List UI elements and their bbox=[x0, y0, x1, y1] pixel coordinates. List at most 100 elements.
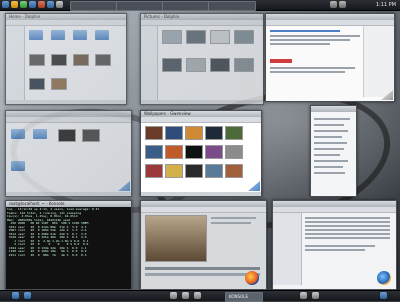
launcher-icon[interactable] bbox=[56, 1, 63, 8]
launcher-icon[interactable] bbox=[29, 1, 36, 8]
tray-icon[interactable] bbox=[330, 1, 337, 8]
tray-icon[interactable] bbox=[339, 1, 346, 8]
image-thumbnail[interactable] bbox=[145, 164, 163, 178]
image-thumbnail[interactable] bbox=[145, 126, 163, 140]
taskbar-item[interactable] bbox=[116, 1, 164, 11]
places-panel[interactable] bbox=[6, 26, 25, 100]
text-line bbox=[270, 67, 355, 69]
image-thumbnail[interactable] bbox=[73, 54, 89, 66]
clock[interactable]: 1:11 PM bbox=[376, 1, 396, 9]
folder-icon[interactable] bbox=[73, 30, 87, 40]
taskbar-item[interactable] bbox=[70, 1, 118, 11]
launcher-icon[interactable] bbox=[170, 292, 177, 299]
launcher-icon[interactable] bbox=[300, 292, 307, 299]
kde-menu-icon[interactable] bbox=[2, 1, 9, 8]
image-thumbnail[interactable] bbox=[210, 58, 230, 72]
image-thumbnail[interactable] bbox=[29, 54, 45, 66]
image-thumbnail[interactable] bbox=[162, 30, 182, 44]
terminal-line: 2211 root 20 0 88m 7m 4m S 0.0 0.3 bbox=[7, 252, 87, 257]
image-thumbnail[interactable] bbox=[186, 58, 206, 72]
image-thumbnail[interactable] bbox=[82, 129, 100, 142]
places-panel[interactable] bbox=[141, 26, 158, 100]
list-item bbox=[314, 154, 340, 156]
window-browser[interactable] bbox=[265, 13, 395, 102]
launcher-icon[interactable] bbox=[380, 292, 387, 299]
window-dolphin-pictures[interactable]: Pictures - Dolphin bbox=[140, 13, 264, 105]
image-thumbnail[interactable] bbox=[225, 164, 243, 178]
image-thumbnail[interactable] bbox=[185, 126, 203, 140]
image-thumbnail[interactable] bbox=[145, 145, 163, 159]
firefox-icon[interactable] bbox=[245, 271, 259, 285]
launcher-icon[interactable] bbox=[12, 292, 19, 299]
image-thumbnail[interactable] bbox=[210, 30, 230, 44]
image-thumbnail[interactable] bbox=[186, 30, 206, 44]
launcher-icon[interactable] bbox=[47, 1, 54, 8]
message-row bbox=[305, 245, 375, 247]
image-thumbnail[interactable] bbox=[29, 78, 45, 90]
image-thumbnail[interactable] bbox=[225, 145, 243, 159]
status-bar bbox=[141, 192, 261, 196]
toolbar bbox=[141, 207, 266, 213]
list-item bbox=[314, 130, 348, 132]
image-thumbnail[interactable] bbox=[162, 58, 182, 72]
taskbar-item[interactable] bbox=[208, 1, 256, 11]
text-line bbox=[270, 39, 350, 41]
folder-icon[interactable] bbox=[95, 30, 109, 40]
window-title[interactable] bbox=[311, 106, 356, 112]
terminal-output[interactable]: top - 13:11:02 up 2:14, 2 users, load av… bbox=[6, 207, 131, 289]
file-view[interactable] bbox=[158, 26, 263, 100]
thunderbird-icon[interactable] bbox=[377, 271, 391, 285]
file-view[interactable] bbox=[6, 123, 131, 192]
image-thumbnail[interactable] bbox=[234, 58, 254, 72]
message-row bbox=[305, 237, 390, 239]
thumbnail-view[interactable] bbox=[141, 123, 261, 192]
folder-icon[interactable] bbox=[33, 129, 47, 139]
active-task-konsole[interactable]: KONSOLE bbox=[225, 292, 263, 302]
image-thumbnail[interactable] bbox=[51, 54, 67, 66]
launcher-icon[interactable] bbox=[182, 292, 189, 299]
image-thumbnail[interactable] bbox=[95, 54, 111, 66]
launcher-icon[interactable] bbox=[194, 292, 201, 299]
window-gwenview[interactable]: Wallpapers - Gwenview bbox=[140, 110, 262, 197]
video-preview[interactable] bbox=[145, 215, 207, 262]
image-thumbnail[interactable] bbox=[225, 126, 243, 140]
image-thumbnail[interactable] bbox=[205, 145, 223, 159]
right-sidebar[interactable] bbox=[363, 26, 394, 97]
image-thumbnail[interactable] bbox=[165, 145, 183, 159]
launcher-icon[interactable] bbox=[24, 292, 31, 299]
status-bar bbox=[6, 192, 131, 196]
launcher-icon[interactable] bbox=[20, 1, 27, 8]
window-konsole[interactable]: root@localhost: ~ - Konsole top - 13:11:… bbox=[5, 200, 132, 290]
image-thumbnail[interactable] bbox=[205, 126, 223, 140]
window-kontact[interactable] bbox=[272, 200, 397, 290]
image-thumbnail[interactable] bbox=[185, 145, 203, 159]
folder-pane[interactable] bbox=[273, 213, 302, 285]
window-contacts[interactable] bbox=[310, 105, 357, 197]
window-video-editor[interactable] bbox=[140, 200, 267, 290]
folder-icon[interactable] bbox=[11, 161, 25, 171]
image-thumbnail[interactable] bbox=[205, 164, 223, 178]
taskbar-item[interactable] bbox=[162, 1, 210, 11]
text-line bbox=[270, 71, 345, 73]
image-thumbnail[interactable] bbox=[51, 78, 67, 90]
text-line bbox=[211, 222, 251, 224]
image-thumbnail[interactable] bbox=[58, 129, 76, 142]
launcher-icon[interactable] bbox=[11, 1, 18, 8]
window-dolphin-folders[interactable] bbox=[5, 110, 132, 197]
folder-icon[interactable] bbox=[51, 30, 65, 40]
window-dolphin-home[interactable]: Home - Dolphin bbox=[5, 13, 127, 105]
folder-icon[interactable] bbox=[11, 129, 25, 139]
image-thumbnail[interactable] bbox=[165, 164, 183, 178]
file-view[interactable] bbox=[25, 26, 126, 100]
folder-icon[interactable] bbox=[29, 30, 43, 40]
image-thumbnail[interactable] bbox=[165, 126, 183, 140]
list-item bbox=[314, 136, 342, 138]
image-thumbnail[interactable] bbox=[234, 30, 254, 44]
launcher-icon[interactable] bbox=[312, 292, 319, 299]
list-item bbox=[314, 160, 348, 162]
status-bar bbox=[141, 100, 263, 104]
text-line bbox=[270, 35, 360, 37]
launcher-icon[interactable] bbox=[38, 1, 45, 8]
message-row bbox=[305, 217, 390, 219]
image-thumbnail[interactable] bbox=[185, 164, 203, 178]
